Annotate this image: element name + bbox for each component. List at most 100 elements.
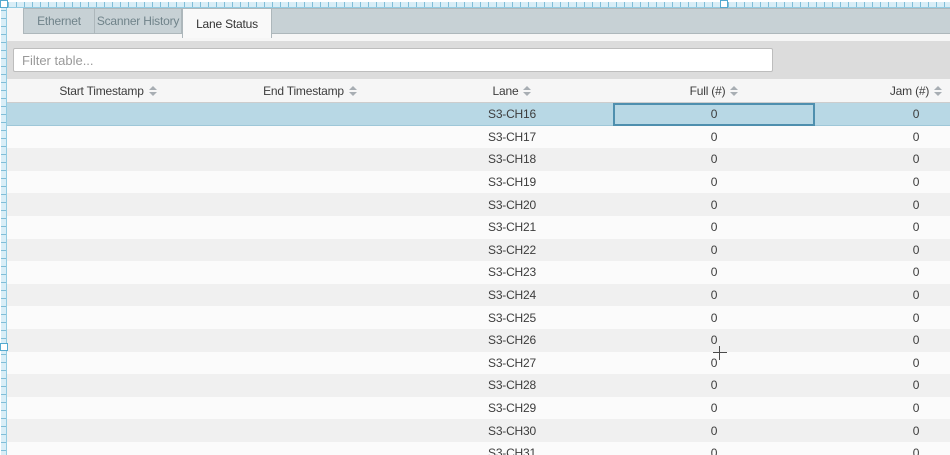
selection-handle-top-middle[interactable]	[720, 0, 728, 8]
table-row[interactable]: S3-CH23 0 0	[7, 261, 950, 284]
cell-full-count[interactable]: 0	[613, 126, 815, 149]
column-header-end-timestamp[interactable]: End Timestamp	[209, 79, 411, 102]
cell-full-count[interactable]: 0	[613, 284, 815, 307]
table-row[interactable]: S3-CH20 0 0	[7, 193, 950, 216]
selection-ruler-top	[0, 2, 950, 8]
cell-lane: S3-CH28	[411, 374, 613, 397]
table-row[interactable]: S3-CH24 0 0	[7, 284, 950, 307]
cell-start-timestamp	[7, 374, 209, 397]
cell-lane: S3-CH25	[411, 306, 613, 329]
selection-handle-left-middle[interactable]	[0, 343, 8, 351]
table-row[interactable]: S3-CH17 0 0	[7, 126, 950, 149]
cell-jam-count: 0	[815, 239, 950, 262]
cell-start-timestamp	[7, 419, 209, 442]
table-row[interactable]: S3-CH28 0 0	[7, 374, 950, 397]
sort-arrows-icon	[523, 86, 531, 96]
selection-handle-top-left[interactable]	[0, 0, 8, 8]
cell-lane: S3-CH20	[411, 193, 613, 216]
column-header-lane[interactable]: Lane	[411, 79, 613, 102]
column-header-label: Lane	[493, 84, 519, 98]
column-header-label: Full (#)	[690, 84, 726, 98]
cell-end-timestamp	[209, 261, 411, 284]
column-header-label: Start Timestamp	[59, 84, 143, 98]
cell-lane: S3-CH27	[411, 352, 613, 375]
cell-full-count[interactable]: 0	[613, 352, 815, 375]
tab-lane-status[interactable]: Lane Status	[182, 8, 272, 38]
cell-lane: S3-CH24	[411, 284, 613, 307]
tabbar-spacer	[7, 34, 950, 41]
table-row[interactable]: S3-CH19 0 0	[7, 171, 950, 194]
cell-full-count[interactable]: 0	[613, 261, 815, 284]
table-row[interactable]: S3-CH21 0 0	[7, 216, 950, 239]
cell-start-timestamp	[7, 103, 209, 126]
cell-jam-count: 0	[815, 148, 950, 171]
cell-end-timestamp	[209, 442, 411, 455]
table-row[interactable]: S3-CH27 0 0	[7, 352, 950, 375]
cell-end-timestamp	[209, 306, 411, 329]
cell-lane: S3-CH21	[411, 216, 613, 239]
cell-end-timestamp	[209, 374, 411, 397]
cell-jam-count: 0	[815, 284, 950, 307]
cell-full-count[interactable]: 0	[613, 103, 815, 126]
cell-jam-count: 0	[815, 352, 950, 375]
cell-start-timestamp	[7, 171, 209, 194]
table-row[interactable]: S3-CH25 0 0	[7, 306, 950, 329]
cell-jam-count: 0	[815, 103, 950, 126]
table-row[interactable]: S3-CH16 0 0	[7, 103, 950, 126]
cell-jam-count: 0	[815, 397, 950, 420]
column-header-label: End Timestamp	[263, 84, 344, 98]
selection-ruler-left	[1, 2, 7, 455]
table-row[interactable]: S3-CH18 0 0	[7, 148, 950, 171]
tab-scanner-history[interactable]: Scanner History	[94, 8, 182, 34]
cell-jam-count: 0	[815, 306, 950, 329]
cell-jam-count: 0	[815, 261, 950, 284]
cell-lane: S3-CH16	[411, 103, 613, 126]
table-row[interactable]: S3-CH31 0 0	[7, 442, 950, 455]
cell-end-timestamp	[209, 171, 411, 194]
cell-lane: S3-CH29	[411, 397, 613, 420]
screenshot-stage: Ethernet Scanner History Lane Status Sta…	[0, 0, 950, 455]
cell-end-timestamp	[209, 352, 411, 375]
cell-start-timestamp	[7, 442, 209, 455]
table-body: S3-CH16 0 0 S3-CH17 0 0 S3-CH18 0 0 S3-C…	[7, 103, 950, 455]
cell-start-timestamp	[7, 193, 209, 216]
cell-jam-count: 0	[815, 216, 950, 239]
cell-start-timestamp	[7, 397, 209, 420]
cell-end-timestamp	[209, 103, 411, 126]
column-header-jam[interactable]: Jam (#)	[815, 79, 950, 102]
cell-start-timestamp	[7, 216, 209, 239]
cell-full-count[interactable]: 0	[613, 193, 815, 216]
cell-lane: S3-CH17	[411, 126, 613, 149]
cell-end-timestamp	[209, 284, 411, 307]
sort-arrows-icon	[730, 86, 738, 96]
cell-full-count[interactable]: 0	[613, 171, 815, 194]
tab-bar: Ethernet Scanner History Lane Status	[7, 8, 950, 34]
cell-full-count[interactable]: 0	[613, 148, 815, 171]
cell-full-count[interactable]: 0	[613, 442, 815, 455]
table-row[interactable]: S3-CH22 0 0	[7, 239, 950, 262]
tab-ethernet[interactable]: Ethernet	[23, 8, 94, 34]
cell-start-timestamp	[7, 239, 209, 262]
filter-table-input[interactable]	[13, 48, 773, 72]
table-row[interactable]: S3-CH26 0 0	[7, 329, 950, 352]
cell-end-timestamp	[209, 239, 411, 262]
cell-lane: S3-CH26	[411, 329, 613, 352]
cell-full-count[interactable]: 0	[613, 239, 815, 262]
table-row[interactable]: S3-CH29 0 0	[7, 397, 950, 420]
cell-full-count[interactable]: 0	[613, 216, 815, 239]
cell-lane: S3-CH19	[411, 171, 613, 194]
cell-start-timestamp	[7, 261, 209, 284]
cell-end-timestamp	[209, 419, 411, 442]
table-header-row: Start Timestamp End Timestamp Lane Full …	[7, 79, 950, 103]
cell-full-count[interactable]: 0	[613, 329, 815, 352]
cell-full-count[interactable]: 0	[613, 419, 815, 442]
cell-lane: S3-CH31	[411, 442, 613, 455]
table-row[interactable]: S3-CH30 0 0	[7, 419, 950, 442]
cell-full-count[interactable]: 0	[613, 306, 815, 329]
cell-full-count[interactable]: 0	[613, 374, 815, 397]
column-header-start-timestamp[interactable]: Start Timestamp	[7, 79, 209, 102]
cell-full-count[interactable]: 0	[613, 397, 815, 420]
cell-start-timestamp	[7, 148, 209, 171]
cell-jam-count: 0	[815, 329, 950, 352]
column-header-full[interactable]: Full (#)	[613, 79, 815, 102]
